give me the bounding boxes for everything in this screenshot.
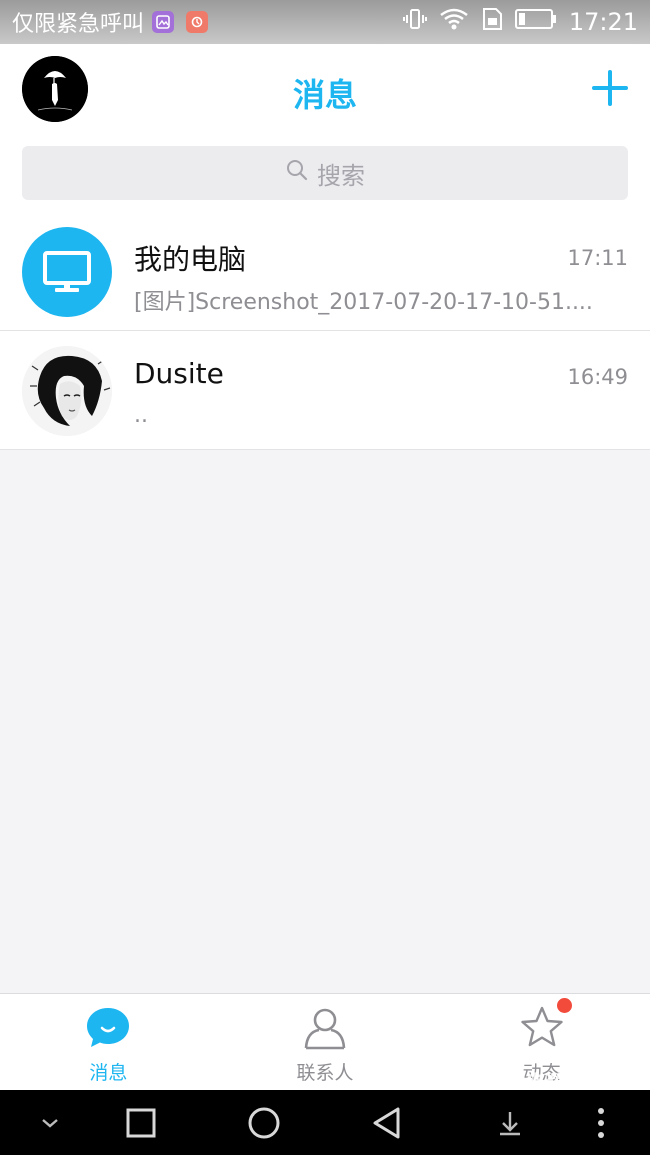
search-input[interactable]: 搜索 <box>22 146 628 200</box>
message-bubble-icon <box>84 1004 132 1052</box>
download-icon[interactable] <box>490 1090 530 1155</box>
conversation-item-dusite[interactable]: Dusite 16:49 .. <box>0 331 650 450</box>
gallery-notification-icon <box>152 11 175 33</box>
recent-apps-button[interactable] <box>120 1090 162 1155</box>
conversation-time: 17:11 <box>567 246 628 270</box>
tab-messages[interactable]: 消息 <box>0 994 217 1090</box>
carrier-text: 仅限紧急呼叫 <box>12 12 145 37</box>
status-bar: 仅限紧急呼叫 17:21 <box>0 0 650 44</box>
status-right: 17:21 <box>402 7 638 37</box>
system-nav-bar <box>0 1090 650 1155</box>
bottom-tab-bar: 消息 联系人 动态 <box>0 993 650 1090</box>
conversation-time: 16:49 <box>567 365 628 389</box>
conversation-item-my-computer[interactable]: 我的电脑 17:11 [图片]Screenshot_2017-07-20-17-… <box>0 212 650 331</box>
conversation-list: 我的电脑 17:11 [图片]Screenshot_2017-07-20-17-… <box>0 212 650 450</box>
tab-label: 消息 <box>89 1062 128 1084</box>
page-title: 消息 <box>292 76 357 114</box>
battery-icon <box>514 8 557 36</box>
contact-person-icon <box>301 1004 349 1052</box>
star-icon <box>518 998 572 1052</box>
add-button[interactable] <box>592 70 628 106</box>
search-icon <box>285 158 309 188</box>
conversation-preview: [图片]Screenshot_2017-07-20-17-10-51.... <box>134 290 593 315</box>
status-time: 17:21 <box>568 8 638 36</box>
home-button[interactable] <box>242 1090 286 1155</box>
tab-contacts[interactable]: 联系人 <box>217 994 434 1090</box>
tab-label: 动态 <box>522 1062 561 1084</box>
conversation-preview: .. <box>134 403 148 428</box>
tab-moments[interactable]: 动态 <box>433 994 650 1090</box>
header: 消息 <box>0 44 650 136</box>
conversation-name: Dusite <box>134 357 224 390</box>
tab-label: 联系人 <box>296 1062 354 1084</box>
vibrate-icon <box>402 7 427 37</box>
search-section: 搜索 <box>0 136 650 212</box>
conversation-name: 我的电脑 <box>134 243 247 276</box>
sim-icon <box>481 7 503 37</box>
back-button[interactable] <box>366 1090 408 1155</box>
tool-notification-icon <box>186 11 209 33</box>
monitor-icon <box>22 227 112 317</box>
more-options-icon[interactable] <box>586 1090 616 1155</box>
search-placeholder: 搜索 <box>317 161 365 190</box>
wifi-icon <box>439 7 469 37</box>
user-photo-avatar <box>22 346 112 436</box>
status-left: 仅限紧急呼叫 <box>12 6 209 38</box>
chevron-down-icon[interactable] <box>30 1090 70 1155</box>
notification-badge <box>556 998 572 1013</box>
